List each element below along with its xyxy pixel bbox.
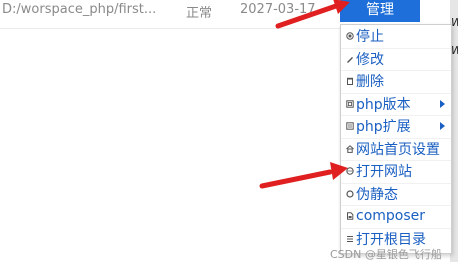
- annotation-arrows: [259, 0, 350, 189]
- csdn-watermark: CSDN @星银色飞行船: [330, 248, 442, 261]
- annotation-arrow-to-open-website: [259, 162, 348, 189]
- annotation-arrow-to-manage: [275, 0, 350, 29]
